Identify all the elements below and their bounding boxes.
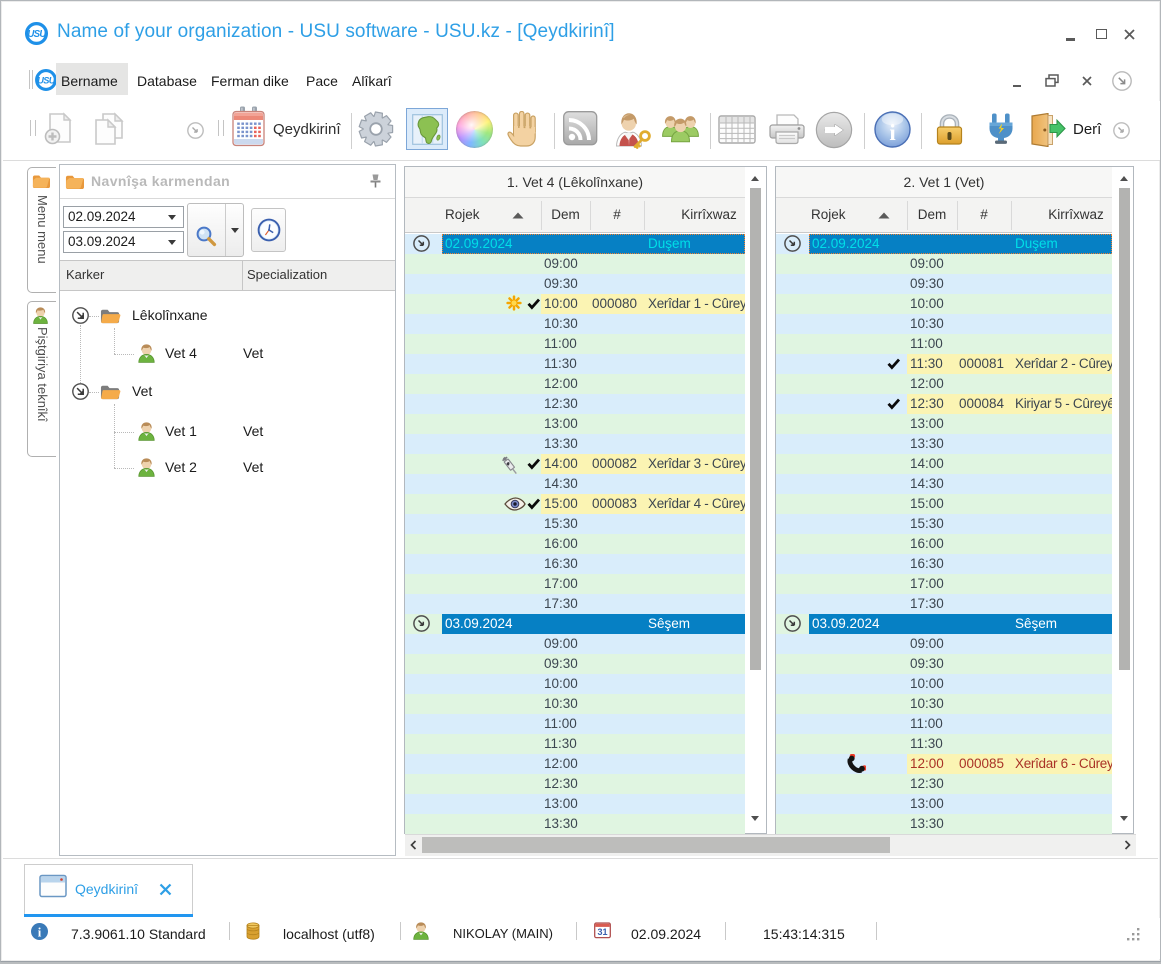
svg-text:31: 31 <box>597 927 607 937</box>
svg-text:i: i <box>38 926 42 940</box>
svg-text:USU: USU <box>37 76 56 86</box>
svg-text:USU: USU <box>27 29 47 40</box>
svg-text:i: i <box>889 120 896 145</box>
